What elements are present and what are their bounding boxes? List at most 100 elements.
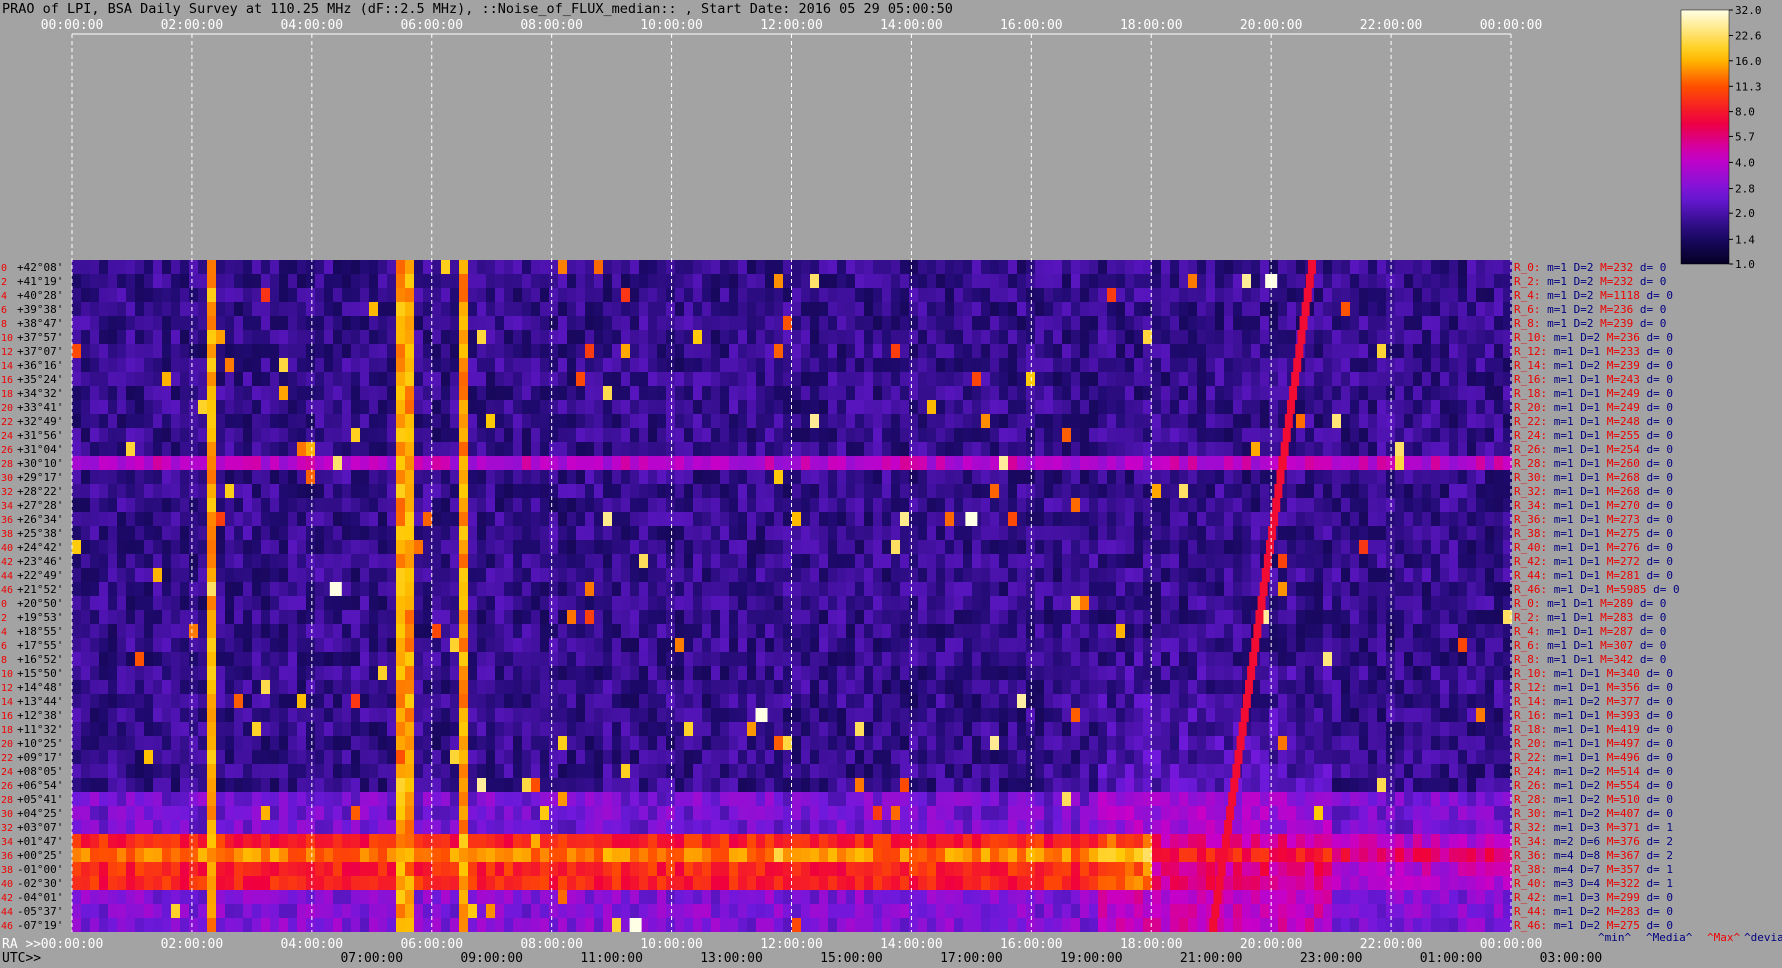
heatmap-cell	[1287, 260, 1296, 274]
heatmap-cell	[810, 680, 819, 694]
heatmap-cell	[1197, 372, 1206, 386]
heatmap-cell	[1422, 512, 1431, 526]
heatmap-cell	[1224, 274, 1233, 288]
heatmap-cell	[1242, 414, 1251, 428]
heatmap-cell	[1035, 624, 1044, 638]
heatmap-cell	[369, 512, 378, 526]
heatmap-cell	[1458, 344, 1467, 358]
heatmap-cell	[1368, 414, 1377, 428]
heatmap-cell	[918, 680, 927, 694]
heatmap-cell	[1053, 554, 1062, 568]
heatmap-cell	[882, 302, 891, 316]
heatmap-cell	[198, 288, 207, 302]
heatmap-cell	[486, 428, 495, 442]
heatmap-cell	[468, 512, 477, 526]
heatmap-cell	[144, 344, 153, 358]
heatmap-cell	[891, 470, 900, 484]
heatmap-cell	[1017, 428, 1026, 442]
heatmap-cell	[630, 596, 639, 610]
heatmap-cell	[936, 568, 945, 582]
heatmap-cell	[693, 638, 702, 652]
heatmap-cell	[1422, 274, 1431, 288]
heatmap-cell	[1161, 610, 1170, 624]
heatmap-cell	[549, 372, 558, 386]
heatmap-cell	[207, 330, 216, 344]
heatmap-cell	[81, 624, 90, 638]
heatmap-cell	[765, 414, 774, 428]
heatmap-cell	[279, 512, 288, 526]
heatmap-cell	[711, 610, 720, 624]
heatmap-cell	[405, 540, 414, 554]
heatmap-cell	[279, 652, 288, 666]
heatmap-cell	[558, 316, 567, 330]
heatmap-cell	[864, 400, 873, 414]
heatmap-cell	[1485, 302, 1494, 316]
heatmap-cell	[918, 652, 927, 666]
heatmap-cell	[423, 274, 432, 288]
heatmap-cell	[1458, 610, 1467, 624]
heatmap-cell	[999, 652, 1008, 666]
heatmap-cell	[684, 274, 693, 288]
heatmap-cell	[1089, 680, 1098, 694]
heatmap-cell	[1422, 386, 1431, 400]
heatmap-cell	[540, 400, 549, 414]
heatmap-cell	[378, 358, 387, 372]
heatmap-cell	[1494, 470, 1503, 484]
heatmap-cell	[1386, 610, 1395, 624]
heatmap-cell	[729, 274, 738, 288]
heatmap-cell	[747, 274, 756, 288]
heatmap-cell	[216, 666, 225, 680]
heatmap-cell	[1188, 400, 1197, 414]
heatmap-cell	[423, 456, 432, 470]
heatmap-cell	[657, 666, 666, 680]
heatmap-cell	[639, 526, 648, 540]
heatmap-cell	[963, 260, 972, 274]
heatmap-cell	[1458, 400, 1467, 414]
heatmap-cell	[378, 638, 387, 652]
heatmap-cell	[1026, 302, 1035, 316]
heatmap-cell	[1332, 302, 1341, 316]
heatmap-cell	[198, 638, 207, 652]
heatmap-cell	[432, 400, 441, 414]
heatmap-cell	[666, 540, 675, 554]
heatmap-cell	[486, 624, 495, 638]
heatmap-cell	[1314, 596, 1323, 610]
heatmap-cell	[1107, 358, 1116, 372]
heatmap-cell	[1395, 260, 1404, 274]
heatmap-cell	[342, 330, 351, 344]
heatmap-cell	[324, 624, 333, 638]
heatmap-cell	[999, 526, 1008, 540]
heatmap-cell	[972, 652, 981, 666]
heatmap-cell	[315, 330, 324, 344]
heatmap-cell	[90, 526, 99, 540]
heatmap-cell	[1224, 428, 1233, 442]
heatmap-cell	[1026, 680, 1035, 694]
heatmap-cell	[738, 358, 747, 372]
heatmap-cell	[117, 414, 126, 428]
heatmap-cell	[1188, 666, 1197, 680]
heatmap-cell	[180, 582, 189, 596]
heatmap-cell	[288, 316, 297, 330]
heatmap-cell	[1161, 470, 1170, 484]
heatmap-cell	[1458, 596, 1467, 610]
heatmap-cell	[396, 484, 405, 498]
heatmap-cell	[207, 442, 216, 456]
heatmap-cell	[441, 344, 450, 358]
heatmap-cell	[1206, 442, 1215, 456]
heatmap-cell	[477, 610, 486, 624]
heatmap-cell	[1368, 582, 1377, 596]
heatmap-cell	[288, 512, 297, 526]
heatmap-cell	[1044, 288, 1053, 302]
heatmap-cell	[954, 652, 963, 666]
heatmap-cell	[1116, 652, 1125, 666]
heatmap-cell	[450, 344, 459, 358]
heatmap-cell	[1125, 638, 1134, 652]
heatmap-cell	[1314, 652, 1323, 666]
heatmap-cell	[234, 484, 243, 498]
heatmap-cell	[549, 470, 558, 484]
heatmap-cell	[936, 526, 945, 540]
heatmap-cell	[1449, 568, 1458, 582]
heatmap-cell	[666, 666, 675, 680]
heatmap-cell	[864, 316, 873, 330]
survey-heatmap: 00:00:0000:00:0002:00:0002:00:0004:00:00…	[1, 4, 1782, 966]
